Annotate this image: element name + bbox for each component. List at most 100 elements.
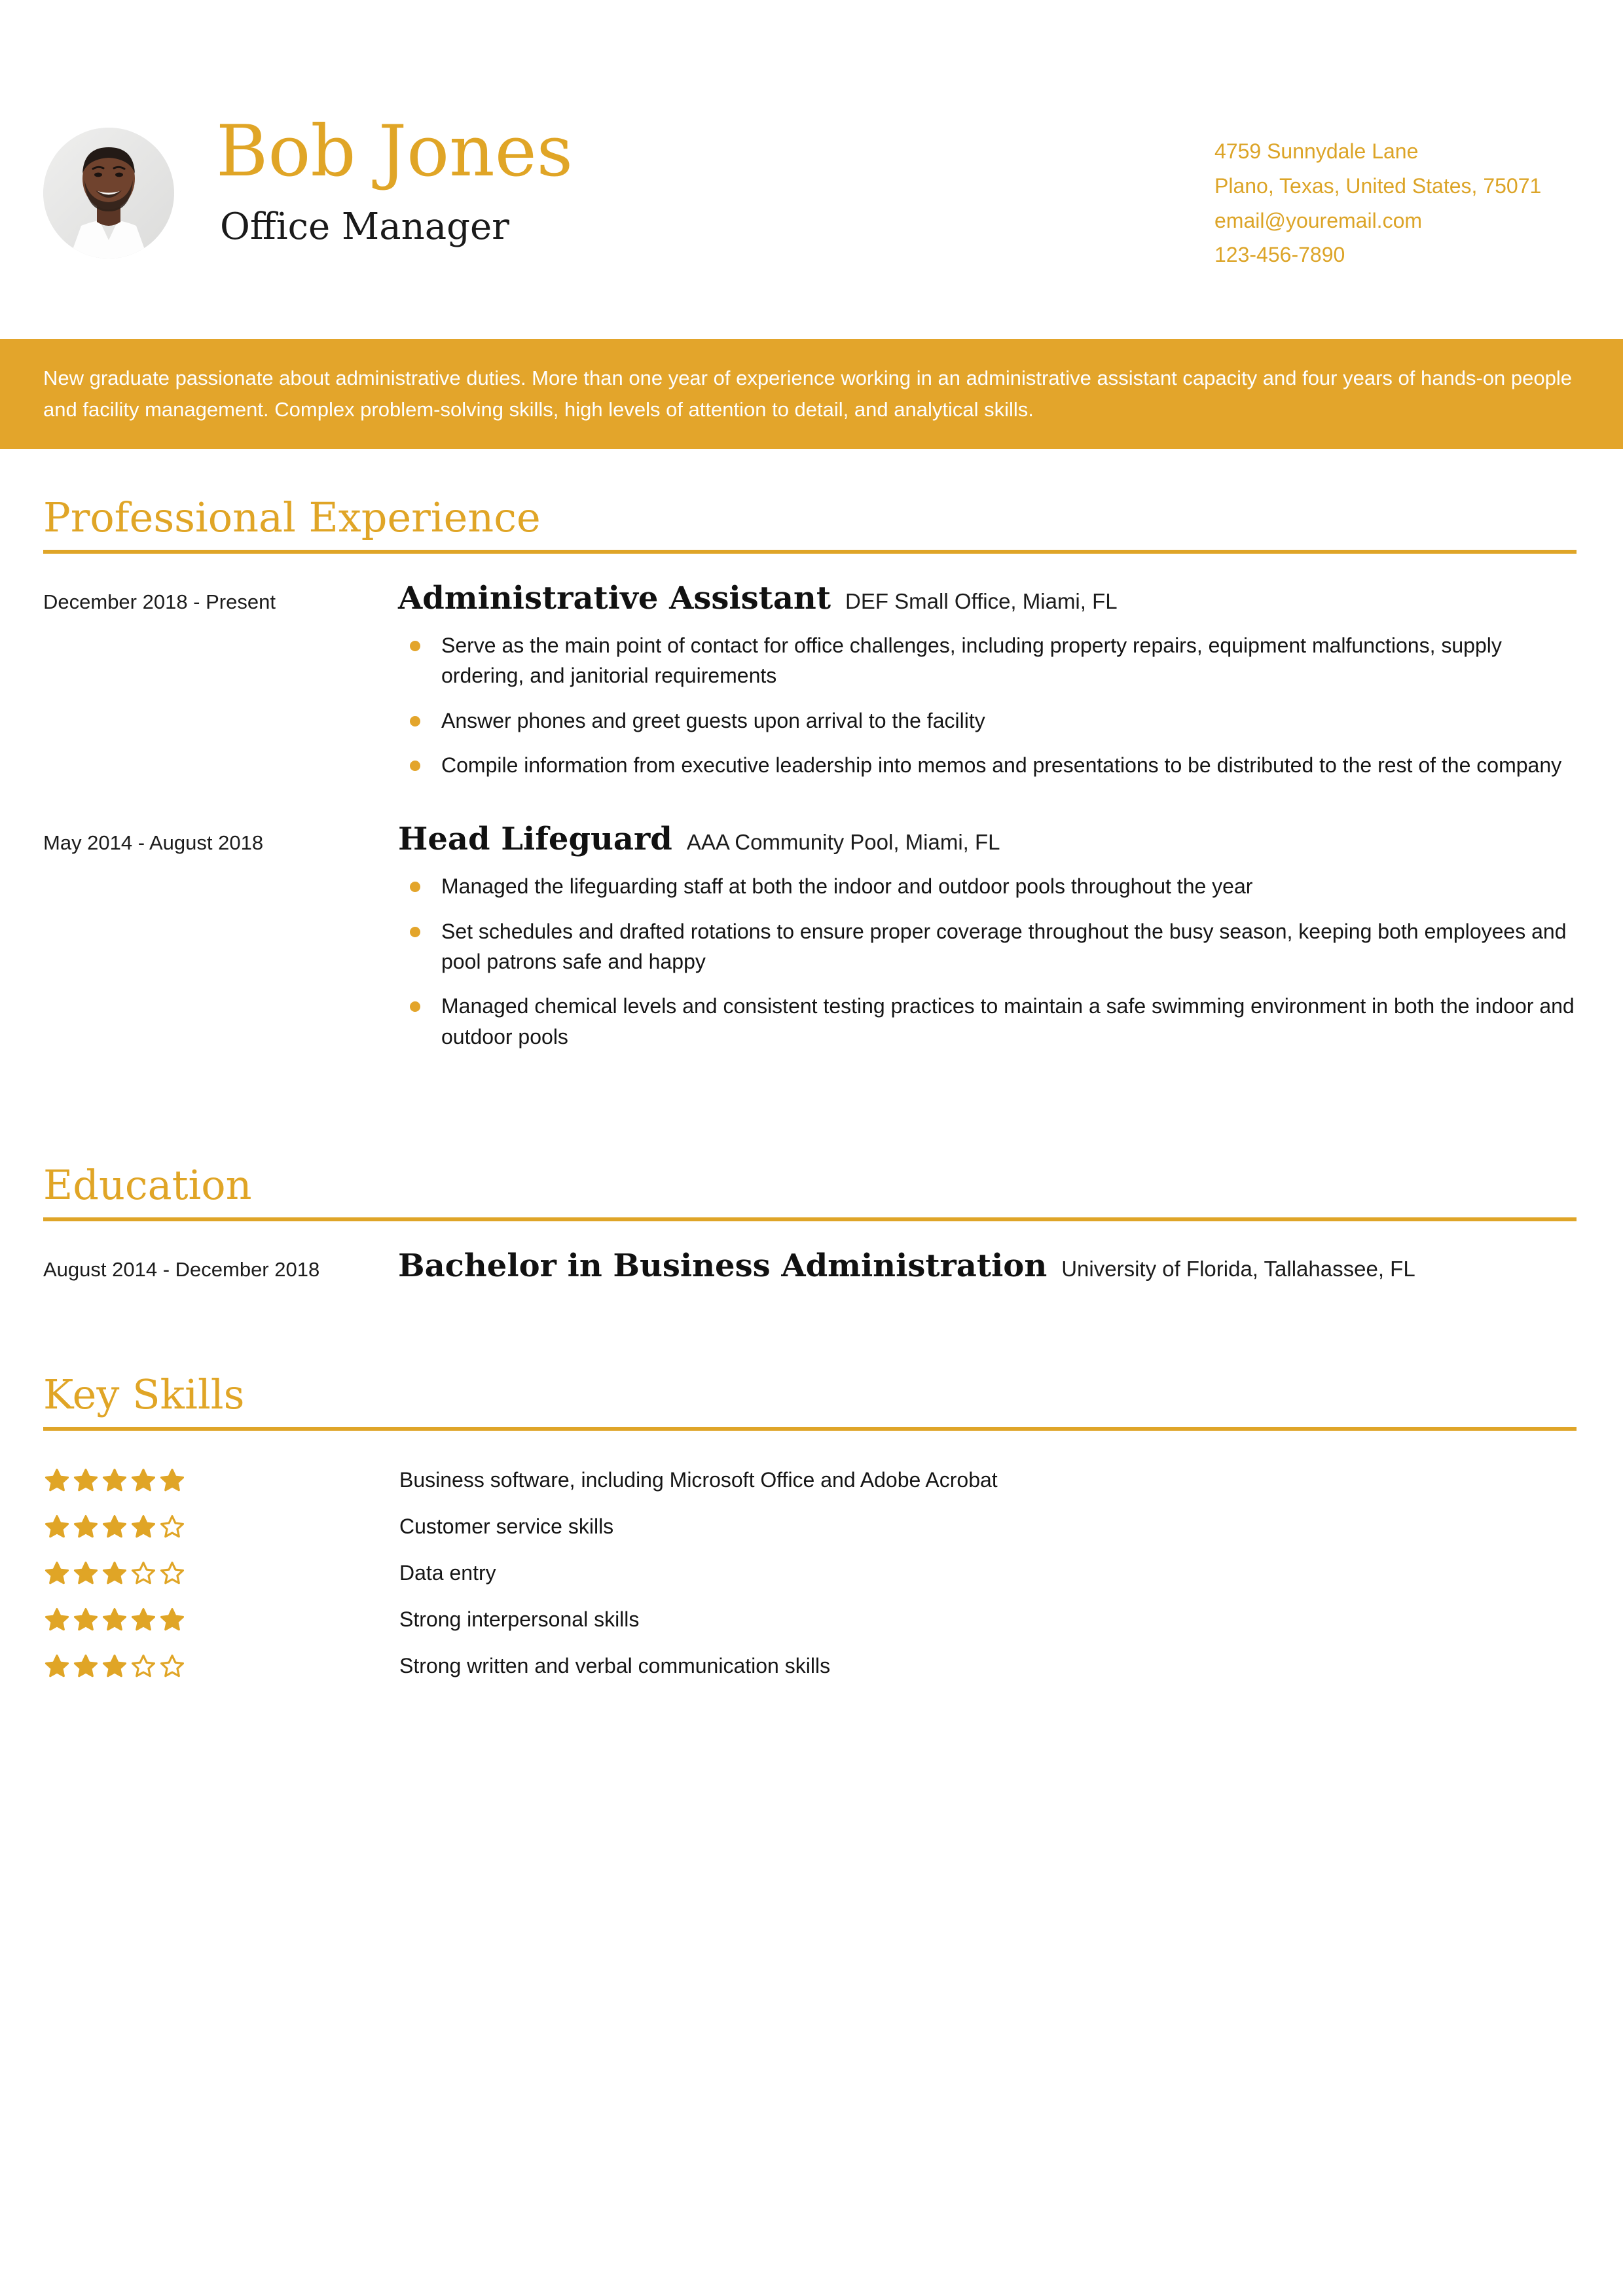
star-filled-icon — [73, 1561, 98, 1584]
entry-body: Head Lifeguard AAA Community Pool, Miami,… — [398, 822, 1577, 1066]
summary-banner: New graduate passionate about administra… — [0, 339, 1623, 449]
entry-bullet-list: Serve as the main point of contact for o… — [398, 630, 1577, 781]
star-filled-icon — [102, 1561, 127, 1584]
star-filled-icon — [102, 1607, 127, 1630]
bullet-text: Managed chemical levels and consistent t… — [441, 994, 1575, 1049]
skill-label: Customer service skills — [399, 1515, 614, 1539]
skill-label: Business software, including Microsoft O… — [399, 1468, 998, 1492]
entry-role: Head Lifeguard — [398, 821, 672, 858]
skill-rating — [43, 1654, 399, 1679]
name-block: Bob Jones Office Manager — [216, 111, 574, 249]
skills-list: Business software, including Microsoft O… — [43, 1457, 1577, 1689]
bullet-dot-icon — [410, 760, 420, 771]
entry-row: August 2014 - December 2018 Bachelor in B… — [43, 1249, 1577, 1283]
entry-body: Bachelor in Business Administration Unive… — [398, 1249, 1577, 1283]
bullet-item: Serve as the main point of contact for o… — [398, 630, 1577, 691]
skill-row: Data entry — [43, 1550, 1577, 1596]
star-empty-icon — [160, 1515, 185, 1537]
star-empty-icon — [160, 1654, 185, 1677]
entry-heading: Bachelor in Business Administration Unive… — [398, 1249, 1577, 1283]
bullet-dot-icon — [410, 715, 420, 726]
contact-block: 4759 Sunnydale Lane Plano, Texas, United… — [1214, 134, 1541, 272]
bullet-text: Managed the lifeguarding staff at both t… — [441, 874, 1253, 899]
bullet-text: Answer phones and greet guests upon arri… — [441, 708, 985, 732]
star-filled-icon — [73, 1654, 98, 1677]
avatar — [43, 128, 174, 259]
skill-row: Customer service skills — [43, 1503, 1577, 1550]
section-title-skills: Key Skills — [43, 1371, 245, 1418]
bullet-item: Compile information from executive leade… — [398, 750, 1577, 780]
contact-address-line2: Plano, Texas, United States, 75071 — [1214, 173, 1542, 198]
section-divider — [43, 550, 1577, 554]
star-filled-icon — [45, 1468, 69, 1491]
bullet-item: Set schedules and drafted rotations to e… — [398, 916, 1577, 977]
skill-row: Strong interpersonal skills — [43, 1596, 1577, 1643]
star-filled-icon — [160, 1607, 185, 1630]
section-education: Education August 2014 - December 2018 Bac… — [43, 1165, 1577, 1283]
entry-row: May 2014 - August 2018 Head Lifeguard AAA … — [43, 822, 1577, 1066]
section-title-education: Education — [43, 1161, 252, 1209]
entry-role: Administrative Assistant — [398, 580, 831, 617]
bullet-dot-icon — [410, 882, 420, 893]
skill-rating — [43, 1607, 399, 1632]
star-filled-icon — [45, 1515, 69, 1537]
section-experience: Professional Experience December 2018 - … — [43, 497, 1577, 1066]
star-filled-icon — [45, 1607, 69, 1630]
bullet-dot-icon — [410, 926, 420, 937]
star-filled-icon — [131, 1468, 156, 1491]
star-filled-icon — [73, 1515, 98, 1537]
section-skills: Key Skills Business software, including … — [43, 1374, 1577, 1689]
entry-organization: AAA Community Pool, Miami, FL — [686, 830, 1000, 855]
bullet-text: Serve as the main point of contact for o… — [441, 633, 1502, 688]
resume-page: Bob Jones Office Manager 4759 Sunnydale … — [0, 0, 1623, 2296]
star-filled-icon — [102, 1468, 127, 1491]
skill-rating — [43, 1561, 399, 1586]
star-empty-icon — [131, 1654, 156, 1677]
entry-organization: University of Florida, Tallahassee, FL — [1061, 1257, 1415, 1281]
skill-label: Data entry — [399, 1561, 496, 1585]
entry-date: May 2014 - August 2018 — [43, 831, 264, 855]
skill-row: Business software, including Microsoft O… — [43, 1457, 1577, 1503]
star-empty-icon — [131, 1561, 156, 1584]
entry-body: Administrative Assistant DEF Small Office… — [398, 581, 1577, 795]
skill-rating — [43, 1468, 399, 1493]
skill-label: Strong written and verbal communication … — [399, 1654, 831, 1678]
experience-entry-list: December 2018 - Present Administrative As… — [43, 581, 1577, 1066]
section-divider — [43, 1217, 1577, 1221]
star-filled-icon — [45, 1654, 69, 1677]
section-divider — [43, 1427, 1577, 1431]
entry-row: December 2018 - Present Administrative As… — [43, 581, 1577, 795]
star-filled-icon — [73, 1468, 98, 1491]
contact-address-line1: 4759 Sunnydale Lane — [1214, 139, 1419, 163]
star-filled-icon — [160, 1468, 185, 1491]
star-filled-icon — [102, 1515, 127, 1537]
resume-header: Bob Jones Office Manager 4759 Sunnydale … — [0, 0, 1623, 327]
star-filled-icon — [131, 1607, 156, 1630]
star-filled-icon — [131, 1515, 156, 1537]
job-title: Office Manager — [220, 206, 509, 249]
bullet-text: Set schedules and drafted rotations to e… — [441, 919, 1567, 973]
entry-date: December 2018 - Present — [43, 590, 276, 613]
contact-phone[interactable]: 123-456-7890 — [1214, 238, 1541, 272]
skill-rating — [43, 1515, 399, 1539]
full-name: Bob Jones — [216, 111, 574, 192]
bullet-item: Managed the lifeguarding staff at both t… — [398, 871, 1577, 901]
star-filled-icon — [45, 1561, 69, 1584]
entry-organization: DEF Small Office, Miami, FL — [845, 589, 1118, 613]
entry-role: Bachelor in Business Administration — [398, 1247, 1048, 1284]
contact-email[interactable]: email@youremail.com — [1214, 204, 1541, 238]
entry-date: August 2014 - December 2018 — [43, 1258, 320, 1281]
section-title-experience: Professional Experience — [43, 493, 541, 541]
education-entry-list: August 2014 - December 2018 Bachelor in B… — [43, 1249, 1577, 1283]
entry-heading: Administrative Assistant DEF Small Office… — [398, 581, 1577, 616]
entry-heading: Head Lifeguard AAA Community Pool, Miami,… — [398, 822, 1577, 857]
bullet-dot-icon — [410, 1001, 420, 1013]
bullet-item: Managed chemical levels and consistent t… — [398, 991, 1577, 1052]
bullet-item: Answer phones and greet guests upon arri… — [398, 706, 1577, 736]
star-filled-icon — [73, 1607, 98, 1630]
summary-text: New graduate passionate about administra… — [43, 367, 1572, 422]
entry-bullet-list: Managed the lifeguarding staff at both t… — [398, 871, 1577, 1052]
skill-label: Strong interpersonal skills — [399, 1607, 640, 1632]
skill-row: Strong written and verbal communication … — [43, 1643, 1577, 1689]
star-filled-icon — [102, 1654, 127, 1677]
